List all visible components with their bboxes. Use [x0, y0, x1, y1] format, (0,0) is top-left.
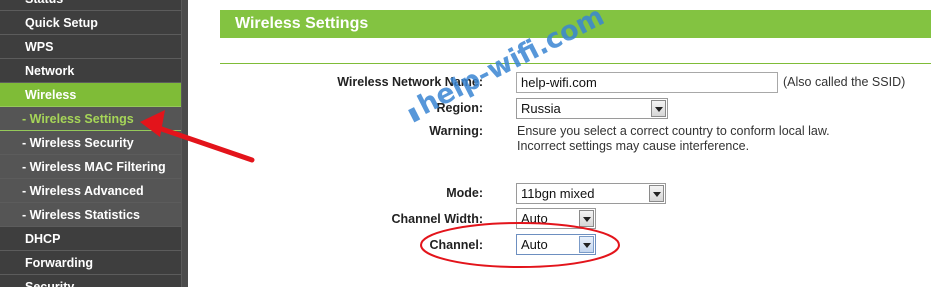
- sidebar-subitem-wireless-statistics[interactable]: - Wireless Statistics: [0, 203, 181, 227]
- sidebar-subitem-wireless-security[interactable]: - Wireless Security: [0, 131, 181, 155]
- sidebar-item-network[interactable]: Network: [0, 59, 181, 83]
- menu-list: Status Quick Setup WPS Network Wireless …: [0, 0, 181, 287]
- sidebar-item-status[interactable]: Status: [0, 0, 181, 11]
- sidebar-menu: Status Quick Setup WPS Network Wireless …: [0, 0, 188, 287]
- sidebar-scroll-rail: [181, 0, 188, 287]
- sidebar-item-wireless[interactable]: Wireless: [0, 83, 181, 107]
- chevron-down-icon: [579, 236, 594, 253]
- channel-select-value: Auto: [521, 237, 548, 252]
- sidebar-subitem-wireless-advanced[interactable]: - Wireless Advanced: [0, 179, 181, 203]
- channel-width-select[interactable]: Auto: [516, 208, 596, 229]
- mode-select-value: 11bgn mixed: [521, 186, 595, 201]
- warning-text-line1: Ensure you select a correct country to c…: [517, 124, 830, 138]
- mode-label: Mode:: [446, 186, 483, 200]
- channel-select[interactable]: Auto: [516, 234, 596, 255]
- section-divider: [220, 63, 931, 64]
- warning-text-line2: Incorrect settings may cause interferenc…: [517, 139, 750, 153]
- channel-label: Channel:: [429, 238, 483, 252]
- page-title: Wireless Settings: [220, 10, 931, 38]
- channel-width-label: Channel Width:: [391, 212, 483, 226]
- sidebar-item-security[interactable]: Security: [0, 275, 181, 287]
- sidebar-item-wps[interactable]: WPS: [0, 35, 181, 59]
- region-label: Region:: [436, 101, 483, 115]
- main-content: Wireless Settings Wireless Network Name:…: [188, 0, 931, 287]
- region-select-value: Russia: [521, 101, 561, 116]
- network-name-input[interactable]: [516, 72, 778, 93]
- chevron-down-icon: [579, 210, 594, 227]
- sidebar-item-forwarding[interactable]: Forwarding: [0, 251, 181, 275]
- ssid-note: (Also called the SSID): [783, 75, 906, 89]
- chevron-down-icon: [651, 100, 666, 117]
- network-name-label: Wireless Network Name:: [337, 75, 483, 89]
- channel-width-select-value: Auto: [521, 211, 548, 226]
- region-select[interactable]: Russia: [516, 98, 668, 119]
- sidebar-subitem-wireless-settings[interactable]: - Wireless Settings: [0, 107, 181, 131]
- sidebar-subitem-wireless-mac-filtering[interactable]: - Wireless MAC Filtering: [0, 155, 181, 179]
- sidebar-item-dhcp[interactable]: DHCP: [0, 227, 181, 251]
- sidebar-item-quick-setup[interactable]: Quick Setup: [0, 11, 181, 35]
- warning-label: Warning:: [429, 124, 483, 138]
- mode-select[interactable]: 11bgn mixed: [516, 183, 666, 204]
- chevron-down-icon: [649, 185, 664, 202]
